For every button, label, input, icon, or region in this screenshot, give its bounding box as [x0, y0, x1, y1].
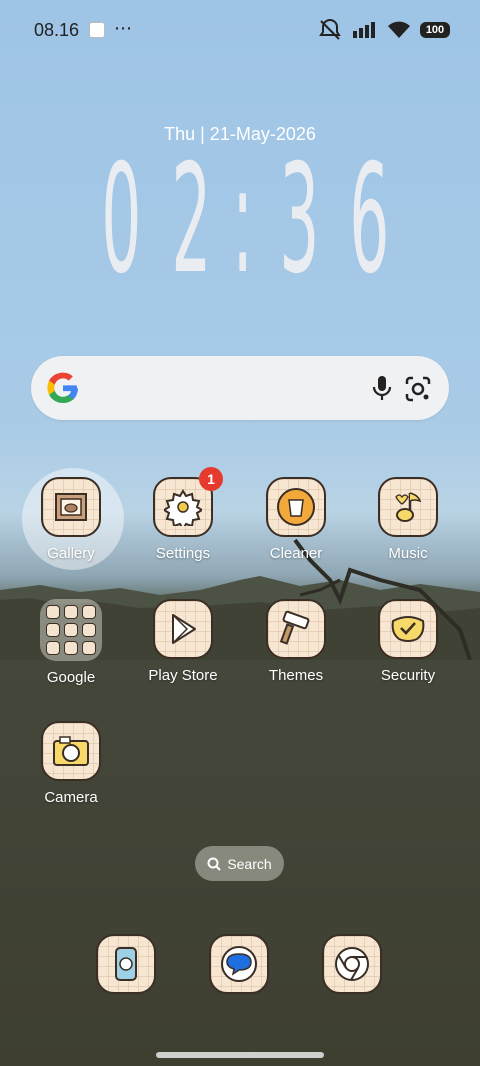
- status-time: 08.16: [34, 20, 80, 40]
- app-label: Music: [388, 545, 428, 562]
- battery-icon: 100: [420, 22, 450, 38]
- app-label: Cleaner: [269, 545, 323, 562]
- notification-app-icon: [89, 22, 105, 38]
- more-notifications-icon: ⋯: [114, 18, 133, 38]
- play-store-icon: [153, 599, 213, 659]
- app-music[interactable]: Music: [353, 477, 463, 562]
- music-note-icon: [378, 477, 438, 537]
- folder-mini-app-icon: [82, 641, 96, 655]
- clock-minute-ones: 6: [349, 133, 390, 307]
- shield-check-icon: [378, 599, 438, 659]
- messages-icon: [209, 934, 269, 994]
- app-label: Google: [46, 669, 96, 686]
- signal-icon: [353, 22, 375, 38]
- clock-hour-ones: 2: [171, 133, 212, 307]
- folder-mini-app-icon: [46, 605, 60, 619]
- app-gallery[interactable]: Gallery: [16, 477, 126, 562]
- paint-brush-icon: [266, 599, 326, 659]
- app-label: Security: [380, 667, 436, 684]
- mute-vibrate-icon: [319, 19, 341, 40]
- folder-mini-app-icon: [64, 623, 78, 637]
- trash-bin-icon: [266, 477, 326, 537]
- app-label: Gallery: [47, 545, 95, 562]
- search-icon: [207, 857, 222, 871]
- chrome-icon: [322, 934, 382, 994]
- clock-widget[interactable]: 0 2 : 3 6: [0, 133, 480, 307]
- folder-mini-app-icon: [82, 605, 96, 619]
- folder-icon: [40, 599, 102, 661]
- app-cleaner[interactable]: Cleaner: [241, 477, 351, 562]
- clock-hour-tens: 0: [101, 133, 142, 307]
- google-lens-icon[interactable]: [403, 374, 433, 404]
- dock-phone[interactable]: [96, 934, 156, 994]
- dock-messages-tile: [184, 934, 294, 994]
- notification-badge: 1: [199, 467, 223, 491]
- dock-chrome-tile: [297, 934, 407, 994]
- app-security[interactable]: Security: [353, 599, 463, 684]
- app-themes[interactable]: Themes: [241, 599, 351, 684]
- dock-chrome[interactable]: [322, 934, 382, 994]
- folder-mini-app-icon: [64, 641, 78, 655]
- app-settings[interactable]: 1 Settings: [128, 467, 238, 562]
- app-label: Themes: [268, 667, 324, 684]
- status-bar: 08.16 ⋯ 100: [0, 0, 480, 60]
- folder-mini-app-icon: [64, 605, 78, 619]
- app-label: Camera: [44, 789, 98, 806]
- folder-mini-app-icon: [82, 623, 96, 637]
- app-google-folder[interactable]: Google: [16, 599, 126, 686]
- folder-mini-app-icon: [46, 641, 60, 655]
- app-label: Settings: [155, 545, 211, 562]
- status-icons: 100: [318, 18, 450, 42]
- app-label: Play Store: [148, 667, 218, 684]
- settings-gear-icon: 1: [153, 467, 223, 537]
- app-camera[interactable]: Camera: [16, 721, 126, 806]
- dock-messages[interactable]: [209, 934, 269, 994]
- app-search-button[interactable]: Search: [195, 846, 284, 881]
- gesture-nav-handle[interactable]: [156, 1052, 324, 1058]
- gallery-icon: [41, 477, 101, 537]
- wifi-icon: [388, 21, 410, 38]
- phone-icon: [96, 934, 156, 994]
- camera-icon: [41, 721, 101, 781]
- clock-colon: :: [232, 133, 254, 307]
- app-search-label: Search: [227, 855, 272, 872]
- google-logo: [47, 372, 78, 403]
- mic-icon[interactable]: [367, 373, 397, 403]
- dock-phone-tile: [71, 934, 181, 994]
- folder-mini-app-icon: [46, 623, 60, 637]
- google-search-bar[interactable]: [31, 356, 449, 420]
- clock-minute-tens: 3: [279, 133, 320, 307]
- app-play-store[interactable]: Play Store: [128, 599, 238, 684]
